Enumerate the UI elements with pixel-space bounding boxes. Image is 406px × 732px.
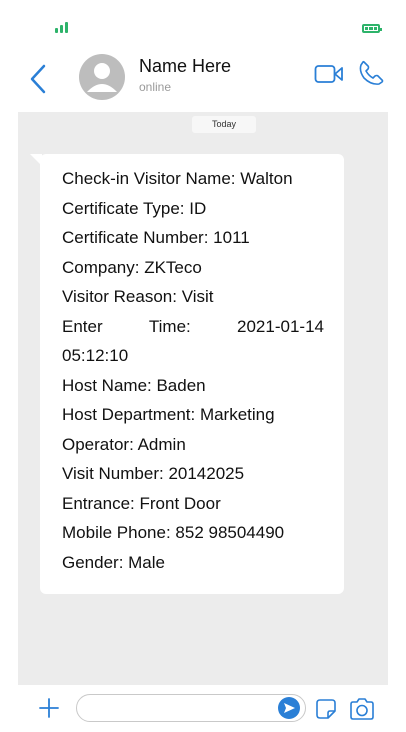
signal-bars-icon (55, 22, 68, 33)
chat-screen: Name Here online Today Check-in Visitor … (18, 0, 388, 732)
message-line: Entrance: Front Door (62, 493, 221, 513)
message-line: Visit Number: 20142025 (62, 464, 245, 483)
message-line: Company: ZKTeco (62, 257, 202, 277)
message-line: Host Name: Baden (62, 375, 206, 395)
phone-icon[interactable] (358, 60, 384, 86)
message-input[interactable] (76, 694, 306, 722)
message-line: Host Department: Marketing (62, 405, 275, 424)
plus-icon[interactable] (39, 698, 59, 718)
message-line: Mobile Phone: 852 98504490 (62, 523, 285, 542)
message-line: Certificate Number: 1011 (62, 228, 250, 247)
send-icon[interactable] (277, 696, 301, 720)
message-line: Visitor Reason: Visit (62, 287, 214, 306)
person-icon (87, 63, 117, 92)
message-bubble[interactable]: Check-in Visitor Name: Walton Certificat… (30, 154, 344, 594)
date-separator: Today (192, 116, 256, 133)
contact-status: online (139, 80, 172, 94)
status-bar (18, 0, 388, 42)
chat-header: Name Here online (18, 42, 388, 112)
camera-icon[interactable] (349, 697, 375, 721)
message-line: Operator: Admin (62, 434, 186, 454)
enter-time-value: 05:12:10 (62, 346, 129, 365)
chat-area[interactable]: Today Check-in Visitor Name: Walton Cert… (18, 112, 388, 685)
enter-date: 2021-01-14 (237, 316, 324, 336)
sticker-icon[interactable] (315, 698, 337, 720)
enter-label: Enter (62, 316, 103, 336)
video-camera-icon[interactable] (314, 64, 344, 84)
input-bar (18, 685, 388, 732)
message-line: Check-in Visitor Name: Walton (62, 169, 293, 188)
time-label: Time: (148, 316, 191, 336)
message-line: Certificate Type: ID (62, 198, 207, 218)
contact-name: Name Here (139, 56, 232, 76)
battery-icon (362, 24, 382, 33)
bubble-tail (30, 154, 42, 166)
chevron-left-icon[interactable] (30, 64, 46, 94)
enter-time-line: Enter Time: 2021-01-14 (62, 312, 324, 342)
message-line: Gender: Male (62, 552, 165, 572)
avatar[interactable] (79, 54, 125, 100)
